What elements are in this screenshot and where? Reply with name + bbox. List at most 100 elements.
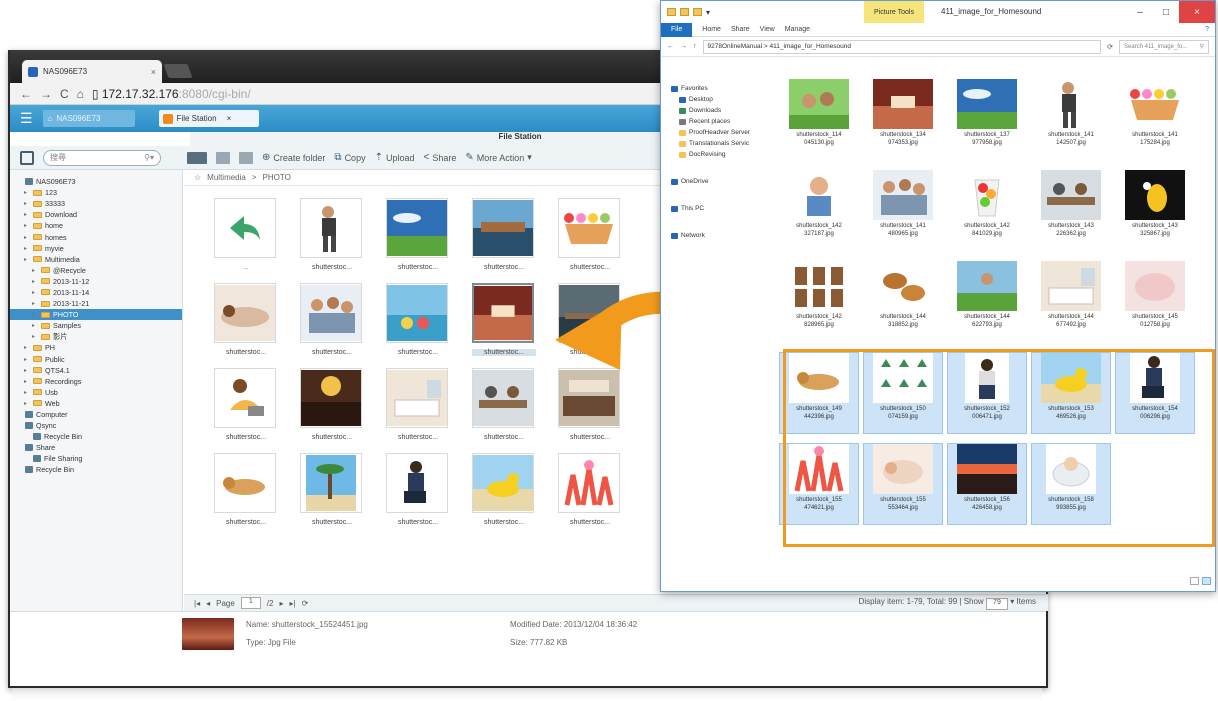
tree-item[interactable]: NAS096E73: [10, 176, 182, 187]
expand-arrow-icon[interactable]: ▸: [24, 256, 30, 263]
minimize-icon[interactable]: –: [1127, 1, 1153, 23]
favorite-star-icon[interactable]: ☆: [194, 173, 201, 182]
next-page-icon[interactable]: ▸: [279, 599, 283, 608]
explorer-file[interactable]: shutterstock_141 480965.jpg: [863, 170, 943, 252]
file-thumbnail[interactable]: shutterstoc...: [472, 453, 542, 537]
ribbon-tab[interactable]: Share: [731, 26, 750, 33]
expand-arrow-icon[interactable]: ▸: [32, 300, 38, 307]
expand-arrow-icon[interactable]: ▸: [32, 333, 38, 340]
tree-item[interactable]: ▸ homes: [10, 231, 182, 242]
tree-item[interactable]: ▸ myvie: [10, 243, 182, 254]
ribbon-tab[interactable]: File: [661, 22, 693, 37]
thumbnail-view-button[interactable]: [187, 151, 207, 164]
nav-item[interactable]: Network: [661, 230, 773, 241]
tree-item[interactable]: Recycle Bin: [10, 464, 182, 475]
file-thumbnail[interactable]: shutterstoc...: [300, 283, 370, 367]
back-icon[interactable]: ←: [667, 43, 674, 50]
create-folder-button[interactable]: ⊕ Create folder: [262, 152, 325, 163]
expand-arrow-icon[interactable]: ▸: [24, 189, 30, 196]
file-thumbnail[interactable]: shutterstoc...: [300, 368, 370, 452]
explorer-file[interactable]: shutterstock_144 318852.jpg: [863, 261, 943, 343]
tree-item[interactable]: ▸ Web: [10, 398, 182, 409]
nav-item[interactable]: Recent places: [661, 116, 773, 127]
explorer-file[interactable]: shutterstock_143 226362.jpg: [1031, 170, 1111, 252]
reload-icon[interactable]: C: [60, 87, 69, 101]
file-thumbnail[interactable]: shutterstoc...: [300, 198, 370, 282]
tree-item[interactable]: Computer: [10, 409, 182, 420]
tree-item[interactable]: Share: [10, 442, 182, 453]
tree-item[interactable]: Recycle Bin: [10, 431, 182, 442]
show-select[interactable]: 79: [985, 597, 1008, 610]
file-thumbnail[interactable]: shutterstoc...: [214, 453, 284, 537]
search-input[interactable]: 搜尋 ⚲▾: [43, 149, 161, 166]
nav-item[interactable]: This PC: [661, 203, 773, 214]
maximize-icon[interactable]: □: [1153, 1, 1179, 23]
expand-arrow-icon[interactable]: ▸: [24, 222, 30, 229]
nav-item[interactable]: OneDrive: [661, 176, 773, 187]
tree-item[interactable]: ▸ 2013-11-12: [10, 276, 182, 287]
qts-home-tab[interactable]: ⌂ NAS096E73: [42, 110, 135, 127]
tree-item[interactable]: ▸ 33333: [10, 198, 182, 209]
expand-arrow-icon[interactable]: ▸: [32, 289, 38, 296]
nav-item[interactable]: Downloads: [661, 105, 773, 116]
expand-arrow-icon[interactable]: ▸: [24, 245, 30, 252]
new-folder-icon[interactable]: [693, 8, 702, 16]
file-station-tab[interactable]: File Station ×: [158, 110, 259, 127]
nav-item[interactable]: ProofHeadver Server: [661, 127, 773, 138]
file-thumbnail[interactable]: shutterstoc...: [386, 283, 456, 367]
expand-arrow-icon[interactable]: ▸: [24, 400, 30, 407]
explorer-file[interactable]: shutterstock_142 841029.jpg: [947, 170, 1027, 252]
forward-icon[interactable]: →: [40, 87, 52, 101]
explorer-file[interactable]: shutterstock_114 045130.jpg: [779, 79, 859, 161]
expand-arrow-icon[interactable]: ▸: [32, 267, 38, 274]
more-action-button[interactable]: ✎ More Action ▾: [465, 152, 531, 163]
nav-item[interactable]: Translationals Servic: [661, 138, 773, 149]
close-tab-icon[interactable]: ×: [151, 67, 156, 77]
tree-item[interactable]: ▸ 影片: [10, 331, 182, 342]
expand-arrow-icon[interactable]: ▸: [24, 367, 30, 374]
file-thumbnail[interactable]: shutterstoc...: [386, 453, 456, 537]
explorer-file[interactable]: shutterstock_137 977958.jpg: [947, 79, 1027, 161]
prev-page-icon[interactable]: ◂: [206, 599, 210, 608]
properties-icon[interactable]: [680, 8, 689, 16]
file-thumbnail[interactable]: shutterstoc...: [214, 368, 284, 452]
nav-item[interactable]: Favorites: [661, 83, 773, 94]
expand-arrow-icon[interactable]: ▸: [24, 356, 30, 363]
tree-item[interactable]: File Sharing: [10, 453, 182, 464]
tree-item[interactable]: ▸ 2013-11-14: [10, 287, 182, 298]
explorer-search-input[interactable]: Search 411_image_fo... ⚲: [1119, 39, 1209, 54]
close-icon[interactable]: ×: [1179, 1, 1215, 23]
chevron-down-icon[interactable]: ▾: [706, 8, 710, 17]
details-view-icon[interactable]: [1190, 577, 1199, 585]
explorer-file[interactable]: shutterstock_134 974353.jpg: [863, 79, 943, 161]
browser-tab[interactable]: NAS096E73 ×: [22, 60, 162, 83]
page-input[interactable]: 1: [240, 597, 261, 609]
ribbon-tab[interactable]: Home: [702, 26, 721, 33]
copy-button[interactable]: ⧉ Copy: [334, 152, 365, 163]
explorer-file[interactable]: shutterstock_143 325867.jpg: [1115, 170, 1195, 252]
help-icon[interactable]: ?: [1205, 26, 1209, 33]
expand-arrow-icon[interactable]: ▸: [24, 344, 30, 351]
large-icons-view-icon[interactable]: [1202, 577, 1211, 585]
detail-view-button[interactable]: [239, 151, 253, 164]
explorer-file[interactable]: shutterstock_142 828965.jpg: [779, 261, 859, 343]
first-page-icon[interactable]: |◂: [194, 599, 200, 608]
refresh-icon[interactable]: ⟳: [302, 599, 309, 608]
expand-arrow-icon[interactable]: ▸: [24, 234, 30, 241]
tree-item[interactable]: ▸ Usb: [10, 387, 182, 398]
list-view-button[interactable]: [216, 151, 230, 164]
tree-item[interactable]: ▸ home: [10, 220, 182, 231]
tree-item[interactable]: ▸ Samples: [10, 320, 182, 331]
nav-item[interactable]: DocRevising: [661, 149, 773, 160]
tree-item[interactable]: ▸ 123: [10, 187, 182, 198]
tree-item[interactable]: ▸ PH: [10, 342, 182, 353]
expand-arrow-icon[interactable]: ▸: [24, 211, 30, 218]
tree-item[interactable]: Qsync: [10, 420, 182, 431]
url-field[interactable]: ▯ 172.17.32.176:8080/cgi-bin/: [92, 87, 251, 101]
expand-arrow-icon[interactable]: ▸: [32, 311, 38, 318]
chevron-down-icon[interactable]: ▾: [1010, 597, 1014, 606]
file-thumbnail[interactable]: ..: [214, 198, 284, 282]
main-menu-icon[interactable]: ☰: [20, 110, 33, 127]
ribbon-tab[interactable]: View: [760, 26, 775, 33]
explorer-file[interactable]: shutterstock_144 622793.jpg: [947, 261, 1027, 343]
